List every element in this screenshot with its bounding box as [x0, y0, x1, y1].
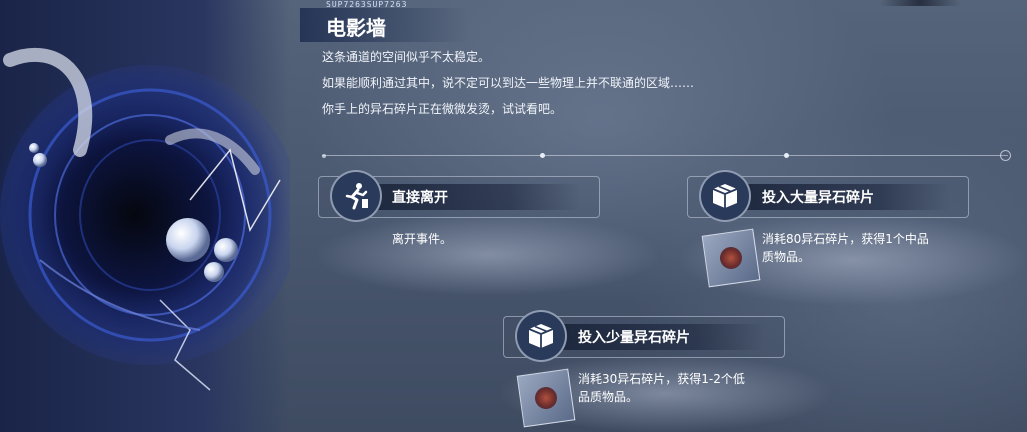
- option-leave-label: 直接离开: [392, 190, 448, 206]
- event-description-line-1: 这条通道的空间似乎不太稳定。: [322, 50, 491, 64]
- divider-dot: [322, 154, 326, 158]
- box-icon: [699, 170, 751, 222]
- option-invest-large-description-line-2: 质物品。: [762, 250, 811, 264]
- event-description-line-2: 如果能顺利通过其中，说不定可以到达一些物理上并不联通的区域……: [322, 76, 695, 90]
- box-icon: [515, 310, 567, 362]
- portal-illustration: [0, 48, 290, 391]
- stone-fragment-item-icon: [701, 228, 761, 288]
- option-leave-description: 离开事件。: [392, 232, 453, 246]
- stone-fragment-item-icon: [516, 368, 576, 428]
- event-title: 电影墙: [326, 16, 386, 40]
- corner-decoration: [880, 0, 960, 6]
- event-description-line-3: 你手上的异石碎片正在微微发烫，试试看吧。: [322, 102, 563, 116]
- event-artwork: [0, 0, 290, 432]
- option-invest-small-description-line-1: 消耗30异石碎片，获得1-2个低: [578, 372, 745, 386]
- option-backdrop: [318, 215, 658, 295]
- section-divider: [322, 155, 1008, 156]
- option-invest-small-label: 投入少量异石碎片: [578, 330, 690, 346]
- divider-end-ring: [1000, 150, 1011, 161]
- divider-dot: [784, 153, 789, 158]
- option-invest-large-label: 投入大量异石碎片: [762, 190, 874, 206]
- running-exit-icon: [330, 170, 382, 222]
- option-label-bar: [350, 184, 580, 210]
- divider-dot: [540, 153, 545, 158]
- event-code: SUP7263SUP7263: [326, 0, 408, 9]
- option-invest-small-description-line-2: 品质物品。: [578, 390, 639, 404]
- option-invest-large-description-line-1: 消耗80异石碎片，获得1个中品: [762, 232, 929, 246]
